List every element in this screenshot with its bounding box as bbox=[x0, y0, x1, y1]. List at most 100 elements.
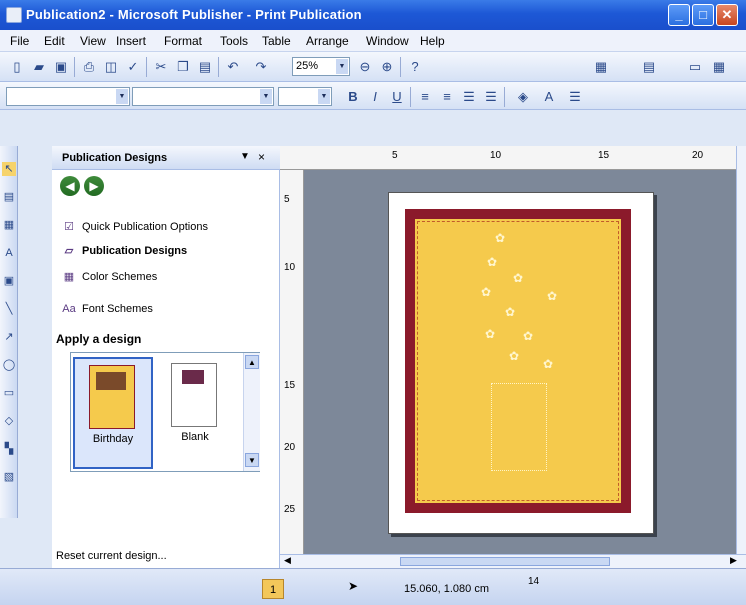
link-publication-designs[interactable]: ▱ Publication Designs bbox=[62, 244, 187, 258]
flower-graphic[interactable]: ✿ bbox=[481, 285, 491, 299]
arrow-tool-icon[interactable]: ↗ bbox=[2, 330, 16, 344]
reset-design-link[interactable]: Reset current design... bbox=[56, 550, 167, 562]
paste-icon[interactable]: ▤ bbox=[196, 58, 214, 76]
fill-color-icon[interactable]: ◈ bbox=[514, 88, 532, 106]
oval-tool-icon[interactable]: ◯ bbox=[2, 358, 16, 372]
print-icon[interactable]: ⎙ bbox=[80, 58, 98, 76]
table-icon[interactable]: ▦ bbox=[710, 58, 728, 76]
flower-graphic[interactable]: ✿ bbox=[543, 357, 553, 371]
save-icon[interactable]: ▣ bbox=[52, 58, 70, 76]
help-icon[interactable]: ? bbox=[406, 58, 424, 76]
horizontal-ruler[interactable]: 5 10 15 20 bbox=[280, 146, 746, 170]
chevron-down-icon[interactable]: ▼ bbox=[116, 89, 128, 104]
vase-graphic[interactable] bbox=[491, 383, 547, 471]
chevron-down-icon[interactable]: ▼ bbox=[240, 151, 250, 162]
font-color-icon[interactable]: A bbox=[540, 88, 558, 106]
menu-file[interactable]: File bbox=[10, 34, 29, 48]
publisher-app-icon[interactable] bbox=[6, 7, 22, 23]
picture-frame-icon[interactable]: ▣ bbox=[2, 274, 16, 288]
gallery-scrollbar[interactable]: ▲ ▼ bbox=[243, 353, 260, 471]
designs-icon: ▱ bbox=[64, 245, 74, 257]
zoom-out-icon[interactable]: ⊖ bbox=[356, 58, 374, 76]
scroll-down-icon[interactable]: ▼ bbox=[245, 453, 259, 467]
link-font-schemes[interactable]: Aa Font Schemes bbox=[62, 302, 153, 316]
menu-tools[interactable]: Tools bbox=[220, 34, 248, 48]
flower-graphic[interactable]: ✿ bbox=[485, 327, 495, 341]
menu-arrange[interactable]: Arrange bbox=[306, 34, 349, 48]
flower-graphic[interactable]: ✿ bbox=[523, 329, 533, 343]
line-tool-icon[interactable]: ╲ bbox=[2, 302, 16, 316]
spelling-icon[interactable]: ✓ bbox=[124, 58, 142, 76]
new-icon[interactable]: ▯ bbox=[8, 58, 26, 76]
publication-page[interactable]: ✿ ✿ ✿ ✿ ✿ ✿ ✿ ✿ ✿ ✿ bbox=[388, 192, 654, 534]
chevron-down-icon[interactable]: ▼ bbox=[318, 89, 330, 104]
open-icon[interactable]: ▰ bbox=[30, 58, 48, 76]
workspace-canvas[interactable]: ✿ ✿ ✿ ✿ ✿ ✿ ✿ ✿ ✿ ✿ bbox=[304, 170, 736, 554]
font-combo[interactable]: ▼ bbox=[132, 87, 274, 106]
link-color-schemes[interactable]: ▦ Color Schemes bbox=[62, 270, 157, 284]
design-thumb-blank[interactable]: Blank bbox=[157, 357, 233, 465]
italic-icon[interactable]: I bbox=[366, 88, 384, 106]
toolbar-options-icon[interactable]: ▦ bbox=[592, 58, 610, 76]
copy-icon[interactable]: ❐ bbox=[174, 58, 192, 76]
scroll-right-icon[interactable]: ▶ bbox=[730, 555, 737, 566]
scroll-thumb[interactable] bbox=[400, 557, 610, 566]
vertical-ruler[interactable]: 5 10 15 20 25 bbox=[280, 170, 304, 554]
flower-graphic[interactable]: ✿ bbox=[487, 255, 497, 269]
vertical-scrollbar[interactable] bbox=[736, 146, 746, 554]
rectangle-tool-icon[interactable]: ▭ bbox=[2, 386, 16, 400]
font-size-combo[interactable]: ▼ bbox=[278, 87, 332, 106]
back-icon[interactable]: ◀ bbox=[60, 176, 80, 196]
forward-icon[interactable]: ▶ bbox=[84, 176, 104, 196]
menu-view[interactable]: View bbox=[80, 34, 106, 48]
undo-icon[interactable]: ↶ bbox=[224, 58, 242, 76]
bold-icon[interactable]: B bbox=[344, 88, 362, 106]
minimize-icon[interactable]: _ bbox=[668, 4, 690, 26]
design-thumb-birthday[interactable]: Birthday bbox=[73, 357, 153, 469]
align-left-icon[interactable]: ≡ bbox=[416, 88, 434, 106]
text-box-tool-icon[interactable]: ▤ bbox=[2, 190, 16, 204]
underline-icon[interactable]: U bbox=[388, 88, 406, 106]
menu-edit[interactable]: Edit bbox=[44, 34, 65, 48]
menu-help[interactable]: Help bbox=[420, 34, 445, 48]
numbering-icon[interactable]: ☰ bbox=[460, 88, 478, 106]
chevron-down-icon[interactable]: ▼ bbox=[260, 89, 272, 104]
hot-spot-icon[interactable]: ▚ bbox=[2, 442, 16, 456]
flower-graphic[interactable]: ✿ bbox=[495, 231, 505, 245]
insert-table-icon[interactable]: ▦ bbox=[2, 218, 16, 232]
wordart-icon[interactable]: A bbox=[2, 246, 16, 260]
link-quick-publication-options[interactable]: ☑ Quick Publication Options bbox=[62, 220, 208, 234]
zoom-in-icon[interactable]: ⊕ bbox=[378, 58, 396, 76]
flower-graphic[interactable]: ✿ bbox=[513, 271, 523, 285]
menu-format[interactable]: Format bbox=[164, 34, 202, 48]
line-style-icon[interactable]: ☰ bbox=[566, 88, 584, 106]
maximize-icon[interactable]: □ bbox=[692, 4, 714, 26]
arrange-icon[interactable]: ▤ bbox=[640, 58, 658, 76]
scroll-left-icon[interactable]: ◀ bbox=[284, 555, 291, 566]
design-gallery: Birthday Blank ▲ ▼ bbox=[70, 352, 260, 472]
redo-icon[interactable]: ↷ bbox=[252, 58, 270, 76]
menu-insert[interactable]: Insert bbox=[116, 34, 146, 48]
align-center-icon[interactable]: ≡ bbox=[438, 88, 456, 106]
select-pointer-icon[interactable]: ↖ bbox=[2, 162, 16, 176]
flower-graphic[interactable]: ✿ bbox=[509, 349, 519, 363]
style-combo[interactable]: ▼ bbox=[6, 87, 130, 106]
flower-graphic[interactable]: ✿ bbox=[547, 289, 557, 303]
cut-icon[interactable]: ✂ bbox=[152, 58, 170, 76]
design-gallery-icon[interactable]: ▧ bbox=[2, 470, 16, 484]
menu-table[interactable]: Table bbox=[262, 34, 291, 48]
horizontal-scrollbar[interactable]: ◀ ▶ bbox=[280, 554, 746, 568]
flower-graphic[interactable]: ✿ bbox=[505, 305, 515, 319]
text-box-icon[interactable]: ▭ bbox=[686, 58, 704, 76]
menu-window[interactable]: Window bbox=[366, 34, 409, 48]
scroll-up-icon[interactable]: ▲ bbox=[245, 355, 259, 369]
print-preview-icon[interactable]: ◫ bbox=[102, 58, 120, 76]
bullets-icon[interactable]: ☰ bbox=[482, 88, 500, 106]
card-decorative-border[interactable]: ✿ ✿ ✿ ✿ ✿ ✿ ✿ ✿ ✿ ✿ bbox=[405, 209, 631, 513]
close-icon[interactable]: ✕ bbox=[716, 4, 738, 26]
zoom-combo[interactable]: 25% ▼ bbox=[292, 57, 350, 76]
close-icon[interactable]: × bbox=[258, 150, 265, 164]
chevron-down-icon[interactable]: ▼ bbox=[336, 59, 348, 74]
autoshapes-icon[interactable]: ◇ bbox=[2, 414, 16, 428]
page-navigation-button[interactable]: 1 bbox=[262, 579, 284, 599]
